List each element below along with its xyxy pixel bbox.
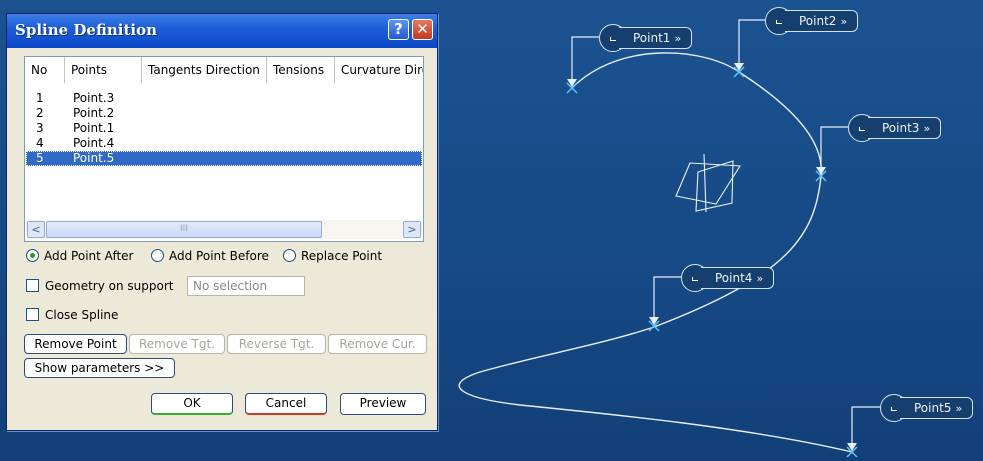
list-header: No Points Tangents Direction Tensions Cu…: [25, 57, 423, 83]
column-header-points[interactable]: Points: [65, 57, 142, 83]
points-list[interactable]: No Points Tangents Direction Tensions Cu…: [24, 56, 424, 242]
checkbox-icon: [26, 308, 39, 321]
remove-tangent-button[interactable]: Remove Tgt.: [129, 334, 225, 354]
column-header-tangents[interactable]: Tangents Direction: [142, 57, 267, 83]
dialog-titlebar[interactable]: Spline Definition ? ✕: [7, 14, 437, 48]
preview-button[interactable]: Preview: [340, 393, 426, 415]
column-header-no[interactable]: No: [25, 57, 65, 83]
dialog-title: Spline Definition: [15, 21, 157, 39]
list-row[interactable]: 1 Point.3: [26, 91, 422, 106]
leader-arrows: [567, 63, 857, 451]
help-button[interactable]: ?: [388, 19, 409, 40]
close-button[interactable]: ✕: [412, 19, 433, 40]
scroll-left-icon[interactable]: <: [27, 221, 45, 238]
geometry-on-support-checkbox[interactable]: Geometry on support: [26, 277, 173, 295]
list-row[interactable]: 3 Point.1: [26, 121, 422, 136]
horizontal-scrollbar[interactable]: < III >: [26, 220, 422, 239]
radio-add-point-before[interactable]: Add Point Before: [151, 247, 269, 265]
point-markers[interactable]: [566, 66, 858, 458]
spline-curve[interactable]: [458, 52, 853, 453]
list-row[interactable]: 4 Point.4: [26, 136, 422, 151]
scroll-thumb[interactable]: III: [46, 221, 322, 238]
scroll-right-icon[interactable]: >: [403, 221, 421, 238]
spline-definition-dialog: Spline Definition ? ✕ No Points Tangents…: [6, 13, 438, 431]
radio-selected-icon: [26, 249, 39, 262]
axis-planes-icon: [675, 153, 741, 213]
list-row-selected[interactable]: 5 Point.5: [26, 151, 422, 166]
radio-icon: [151, 249, 164, 262]
leader-lines: [571, 19, 880, 444]
remove-point-button[interactable]: Remove Point: [24, 334, 127, 354]
column-header-tensions[interactable]: Tensions: [267, 57, 335, 83]
show-parameters-button[interactable]: Show parameters >>: [24, 358, 175, 378]
column-header-curvature[interactable]: Curvature Dire: [335, 57, 423, 83]
ok-button[interactable]: OK: [151, 393, 233, 415]
support-selection-field[interactable]: No selection: [187, 276, 305, 296]
close-spline-checkbox[interactable]: Close Spline: [26, 306, 118, 324]
checkbox-icon: [26, 279, 39, 292]
cancel-button[interactable]: Cancel: [245, 393, 327, 415]
reverse-tangent-button[interactable]: Reverse Tgt.: [227, 334, 326, 354]
list-row[interactable]: 2 Point.2: [26, 106, 422, 121]
radio-icon: [283, 249, 296, 262]
radio-add-point-after[interactable]: Add Point After: [26, 247, 133, 265]
remove-curvature-button[interactable]: Remove Cur.: [328, 334, 427, 354]
radio-replace-point[interactable]: Replace Point: [283, 247, 382, 265]
